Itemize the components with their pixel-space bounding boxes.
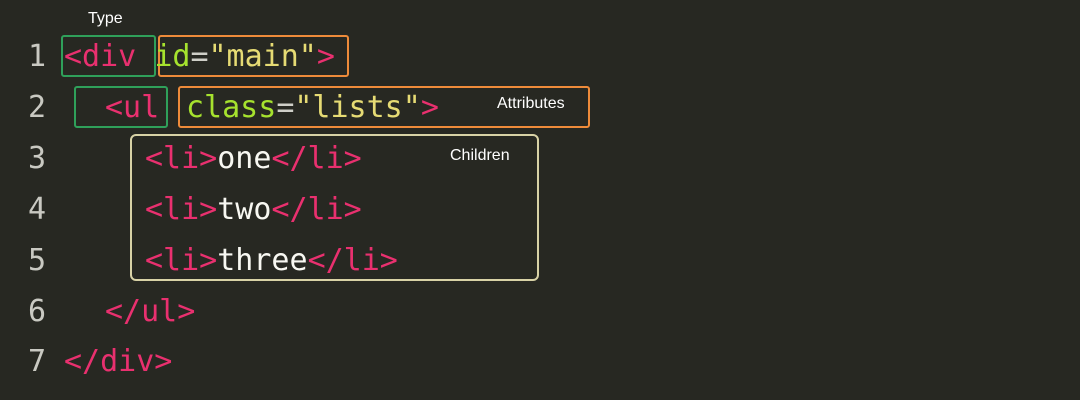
code-line-3: 3 <li>one</li> [0, 134, 1080, 184]
div-open-tag: <div [64, 39, 137, 74]
li-close-tag: </li> [307, 243, 398, 278]
equals-sign: = [190, 39, 209, 74]
li-close-tag: </li> [271, 141, 362, 176]
equals-sign: = [276, 90, 295, 125]
li-open-tag: <li> [145, 141, 218, 176]
line-number: 2 [28, 90, 47, 125]
type-label: Type [88, 10, 123, 27]
attribute-value: "lists" [294, 90, 421, 125]
tag-close-bracket: > [316, 39, 335, 74]
code-diagram: Type Attributes Children 1 <div id="main… [0, 0, 1080, 400]
li-open-tag: <li> [145, 192, 218, 227]
line-number: 7 [28, 344, 47, 379]
attribute-value: "main" [208, 39, 317, 74]
line-number: 3 [28, 141, 47, 176]
list-item-text: one [217, 141, 272, 176]
code-line-4: 4 <li>two</li> [0, 185, 1080, 235]
div-close-tag: </div> [64, 344, 173, 379]
list-item-text: two [217, 192, 272, 227]
code-line-1: 1 <div id="main"> [0, 32, 1080, 82]
line-number: 4 [28, 192, 47, 227]
list-item-text: three [217, 243, 308, 278]
li-open-tag: <li> [145, 243, 218, 278]
line-number: 1 [28, 39, 47, 74]
code-line-7: 7 </div> [0, 337, 1080, 387]
ul-close-tag: </ul> [105, 294, 196, 329]
li-close-tag: </li> [271, 192, 362, 227]
tag-close-bracket: > [420, 90, 439, 125]
attribute-name: class [186, 90, 277, 125]
code-line-5: 5 <li>three</li> [0, 236, 1080, 286]
code-line-2: 2 <ul class="lists"> [0, 83, 1080, 133]
code-line-6: 6 </ul> [0, 287, 1080, 337]
line-number: 6 [28, 294, 47, 329]
ul-open-tag: <ul [105, 90, 160, 125]
attribute-name: id [154, 39, 191, 74]
line-number: 5 [28, 243, 47, 278]
